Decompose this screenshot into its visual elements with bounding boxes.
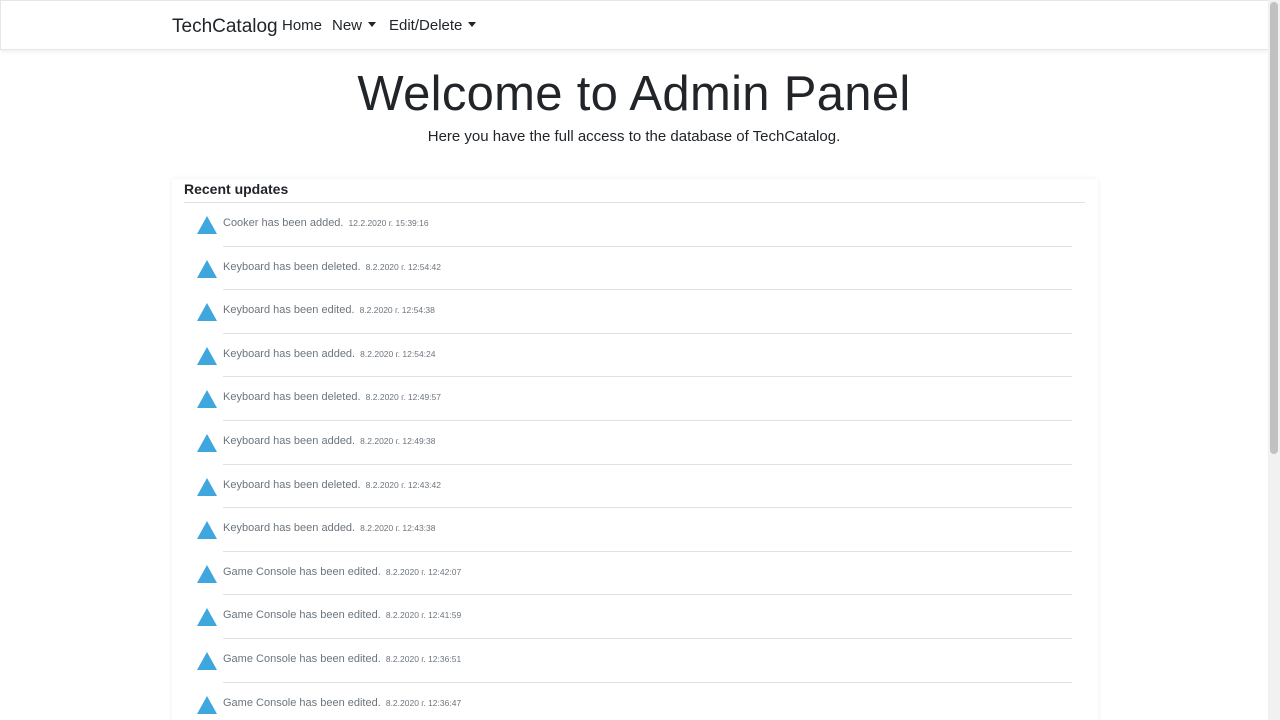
update-message: Keyboard has been added. bbox=[223, 434, 356, 447]
update-text: Cooker has been added. 12.2.2020 г. 15:3… bbox=[223, 217, 429, 229]
update-message: Keyboard has been edited. bbox=[223, 304, 355, 317]
caret-down-icon bbox=[468, 22, 477, 27]
triangle-icon bbox=[197, 216, 217, 234]
triangle-icon bbox=[197, 651, 217, 670]
update-text: Keyboard has been added. 8.2.2020 г. 12:… bbox=[223, 435, 436, 447]
update-timestamp: 8.2.2020 г. 12:49:57 bbox=[365, 392, 441, 403]
list-item: Keyboard has been added. 8.2.2020 г. 12:… bbox=[172, 508, 1098, 552]
update-timestamp: 8.2.2020 г. 12:43:38 bbox=[360, 523, 436, 534]
update-message: Keyboard has been deleted. bbox=[223, 260, 361, 273]
update-timestamp: 8.2.2020 г. 12:54:38 bbox=[359, 305, 435, 316]
update-timestamp: 8.2.2020 г. 12:36:51 bbox=[385, 653, 462, 664]
nav-home-link[interactable]: Home bbox=[282, 17, 322, 34]
list-item: Keyboard has been added. 8.2.2020 г. 12:… bbox=[172, 334, 1098, 378]
list-item: Keyboard has been deleted. 8.2.2020 г. 1… bbox=[172, 247, 1098, 291]
update-message: Game Console has been edited. bbox=[223, 696, 381, 709]
triangle-icon bbox=[197, 477, 217, 496]
update-message: Game Console has been edited. bbox=[223, 609, 381, 622]
scrollbar-thumb[interactable] bbox=[1270, 2, 1278, 454]
list-item: Keyboard has been deleted. 8.2.2020 г. 1… bbox=[172, 465, 1098, 509]
update-timestamp: 8.2.2020 г. 12:54:42 bbox=[365, 261, 441, 272]
update-text: Game Console has been edited. 8.2.2020 г… bbox=[223, 697, 461, 709]
update-message: Cooker has been added. bbox=[223, 217, 344, 229]
update-timestamp: 8.2.2020 г. 12:36:47 bbox=[385, 697, 462, 708]
nav-edit-delete-dropdown[interactable]: Edit/Delete bbox=[389, 17, 477, 34]
list-item: Keyboard has been deleted. 8.2.2020 г. 1… bbox=[172, 377, 1098, 421]
update-text: Game Console has been edited. 8.2.2020 г… bbox=[223, 609, 461, 621]
update-text: Keyboard has been deleted. 8.2.2020 г. 1… bbox=[223, 479, 441, 491]
list-item: Game Console has been edited. 8.2.2020 г… bbox=[172, 595, 1098, 639]
triangle-icon bbox=[197, 259, 217, 278]
update-text: Keyboard has been edited. 8.2.2020 г. 12… bbox=[223, 304, 435, 316]
caret-down-icon bbox=[368, 22, 377, 27]
update-text: Game Console has been edited. 8.2.2020 г… bbox=[223, 653, 461, 665]
page-subtitle: Here you have the full access to the dat… bbox=[427, 128, 841, 145]
update-message: Game Console has been edited. bbox=[223, 652, 381, 665]
nav-new-label: New bbox=[332, 17, 363, 34]
list-item: Keyboard has been edited. 8.2.2020 г. 12… bbox=[172, 290, 1098, 334]
update-message: Keyboard has been added. bbox=[223, 347, 356, 360]
update-message: Keyboard has been deleted. bbox=[223, 391, 361, 404]
update-timestamp: 8.2.2020 г. 12:42:07 bbox=[385, 566, 462, 577]
update-message: Keyboard has been deleted. bbox=[223, 478, 361, 491]
triangle-icon bbox=[197, 346, 217, 365]
update-timestamp: 8.2.2020 г. 12:43:42 bbox=[365, 479, 441, 490]
update-list: Cooker has been added. 12.2.2020 г. 15:3… bbox=[172, 203, 1098, 720]
recent-updates-title: Recent updates bbox=[184, 181, 289, 197]
triangle-icon bbox=[197, 695, 217, 714]
page-title: Welcome to Admin Panel bbox=[357, 67, 911, 121]
update-text: Keyboard has been deleted. 8.2.2020 г. 1… bbox=[223, 261, 441, 273]
top-navbar: TechCatalog Home New Edit/Delete bbox=[0, 0, 1268, 50]
update-text: Keyboard has been added. 8.2.2020 г. 12:… bbox=[223, 348, 436, 360]
triangle-icon bbox=[197, 521, 217, 540]
nav-new-dropdown[interactable]: New bbox=[332, 17, 377, 34]
update-message: Keyboard has been added. bbox=[223, 522, 356, 535]
update-timestamp: 8.2.2020 г. 12:49:38 bbox=[360, 435, 436, 446]
update-timestamp: 8.2.2020 г. 12:54:24 bbox=[360, 348, 436, 359]
update-text: Keyboard has been added. 8.2.2020 г. 12:… bbox=[223, 522, 436, 534]
update-message: Game Console has been edited. bbox=[223, 565, 381, 578]
update-text: Game Console has been edited. 8.2.2020 г… bbox=[223, 566, 461, 578]
list-item: Game Console has been edited. 8.2.2020 г… bbox=[172, 552, 1098, 596]
triangle-icon bbox=[197, 303, 217, 322]
triangle-icon bbox=[197, 390, 217, 409]
nav-edit-delete-label: Edit/Delete bbox=[389, 17, 463, 34]
list-item: Game Console has been edited. 8.2.2020 г… bbox=[172, 639, 1098, 683]
list-item: Cooker has been added. 12.2.2020 г. 15:3… bbox=[172, 203, 1098, 247]
list-item: Keyboard has been added. 8.2.2020 г. 12:… bbox=[172, 421, 1098, 465]
page-scrollbar[interactable] bbox=[1268, 0, 1280, 720]
triangle-icon bbox=[197, 564, 217, 583]
triangle-icon bbox=[197, 433, 217, 452]
brand-link[interactable]: TechCatalog bbox=[172, 16, 278, 38]
update-timestamp: 8.2.2020 г. 12:41:59 bbox=[385, 610, 462, 621]
recent-updates-card: Recent updates Cooker has been added. 12… bbox=[172, 179, 1098, 720]
update-timestamp: 12.2.2020 г. 15:39:16 bbox=[348, 218, 429, 228]
list-item: Game Console has been edited. 8.2.2020 г… bbox=[172, 683, 1098, 720]
triangle-icon bbox=[197, 608, 217, 627]
update-text: Keyboard has been deleted. 8.2.2020 г. 1… bbox=[223, 391, 441, 403]
